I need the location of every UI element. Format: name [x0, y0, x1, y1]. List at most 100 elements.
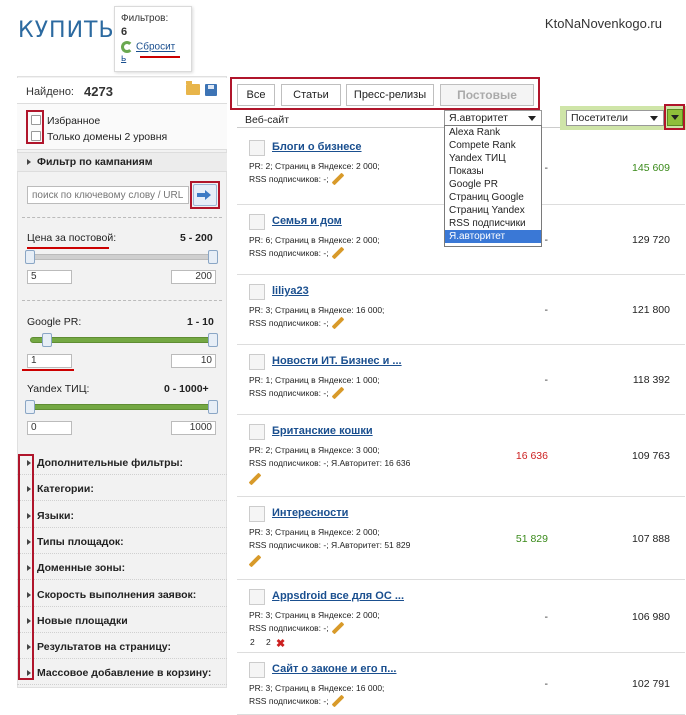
reset-filters-link[interactable]: Сбросит — [136, 42, 175, 53]
authority-value: - — [544, 304, 549, 316]
site-rss: RSS подписчиков: -; — [249, 174, 329, 184]
visitors-value: 145 609 — [632, 162, 670, 174]
site-title-link[interactable]: Сайт о законе и его п... — [272, 663, 396, 675]
site-title-link[interactable]: Блоги о бизнесе — [272, 141, 362, 153]
yandex-tic-slider-track[interactable] — [30, 404, 214, 410]
annotation-underline — [22, 369, 74, 371]
site-title-link[interactable]: Новости ИТ. Бизнес и ... — [272, 355, 402, 367]
annotation-underline — [27, 247, 109, 249]
site-rss: RSS подписчиков: -; — [249, 248, 329, 258]
google-pr-slider-track[interactable] — [30, 337, 214, 343]
annotation-box — [18, 454, 34, 680]
sidebar-section-label: Скорость выполнения заявок: — [37, 588, 197, 601]
refresh-icon — [121, 41, 133, 53]
dropdown-option[interactable]: Google PR — [445, 178, 541, 191]
dropdown-option[interactable]: Alexa Rank — [445, 126, 541, 139]
yandex-tic-min-input[interactable]: 0 — [27, 421, 72, 435]
price-slider-min-handle[interactable] — [25, 250, 35, 264]
clock-count: 2 — [250, 637, 255, 647]
cat-icon — [249, 424, 265, 440]
google-pr-max-input[interactable]: 10 — [171, 354, 216, 368]
filters-label: Фильтров: — [121, 13, 169, 24]
dropdown-option[interactable]: Compete Rank — [445, 139, 541, 152]
sidebar-section-label: Доменные зоны: — [37, 562, 126, 575]
price-min-input[interactable]: 5 — [27, 270, 72, 284]
android-icon — [249, 589, 265, 605]
sort-metric-value: Я.авторитет — [449, 112, 508, 124]
annotation-box — [230, 77, 540, 110]
sidebar-section-label: Дополнительные фильтры: — [37, 457, 184, 469]
sidebar-section-label: Категории: — [37, 483, 94, 496]
visitors-value: 121 800 — [632, 304, 670, 316]
keyword-search-input[interactable] — [27, 186, 189, 204]
site-title-link[interactable]: Интересности — [272, 507, 348, 519]
google-pr-min-input[interactable]: 1 — [27, 354, 72, 368]
folder-icon[interactable] — [186, 81, 200, 95]
price-max-input[interactable]: 200 — [171, 270, 216, 284]
site-title-link[interactable]: liliya23 — [272, 285, 309, 297]
save-icon[interactable] — [205, 84, 217, 96]
dropdown-option[interactable]: Yandex ТИЦ — [445, 152, 541, 165]
sort-metric-dropdown: Alexa Rank Compete Rank Yandex ТИЦ Показы Go… — [444, 125, 542, 247]
divider — [22, 300, 222, 301]
visitors-select-value: Посетители — [571, 112, 628, 124]
favorites-label: Избранное — [47, 115, 101, 127]
visitors-value: 107 888 — [632, 532, 670, 545]
dropdown-option[interactable]: Показы — [445, 165, 541, 178]
found-label: Найдено: — [26, 86, 74, 98]
sidebar-section-label: Новые площадки — [37, 614, 128, 627]
google-pr-label: Google PR: — [27, 316, 82, 328]
checkbox-panel — [17, 104, 227, 150]
second-level-domains-label: Только домены 2 уровня — [47, 131, 168, 143]
dropdown-option[interactable]: RSS подписчики — [445, 217, 541, 230]
yandex-tic-max-input[interactable]: 1000 — [171, 421, 216, 435]
site-title-link[interactable]: Британские кошки — [272, 425, 373, 437]
authority-value: - — [544, 374, 549, 386]
site-stats: PR: 3; Страниц в Яндексе: 2 000; — [249, 527, 380, 537]
site-rss: RSS подписчиков: -; Я.Авторитет: 16 636 — [249, 458, 411, 468]
site-stats: PR: 3; Страниц в Яндексе: 16 000; — [249, 305, 385, 315]
chevron-down-icon — [650, 116, 658, 121]
reset-filters-link-wrap[interactable]: ь — [121, 53, 126, 64]
sidebar-section-label: Массовое добавление в корзину: — [37, 667, 212, 680]
site-stats: PR: 6; Страниц в Яндексе: 2 000; — [249, 235, 380, 245]
page-title: КУПИТЬ — [18, 18, 115, 43]
site-title-link[interactable]: Семья и дом — [272, 215, 342, 227]
yandex-tic-range: 0 - 1000+ — [164, 383, 209, 395]
filters-popup: Фильтров: 6 Сбросит ь — [114, 6, 192, 72]
google-pr-slider-min-handle[interactable] — [42, 333, 52, 347]
yandex-tic-label: Yandex ТИЦ: — [27, 383, 90, 395]
site-rss: RSS подписчиков: -; — [249, 318, 329, 328]
site-rss: RSS подписчиков: -; — [249, 696, 329, 706]
site-column-header: Веб-сайт — [245, 114, 289, 126]
dropdown-option[interactable]: Страниц Yandex — [445, 204, 541, 217]
dropdown-option[interactable]: Я.авторитет — [445, 230, 541, 243]
price-range: 5 - 200 — [180, 232, 213, 244]
visitors-value: 118 392 — [632, 374, 670, 386]
annotation-box — [664, 104, 685, 130]
site-rss: RSS подписчиков: -; — [249, 623, 329, 633]
globe-icon — [249, 354, 265, 370]
price-slider-max-handle[interactable] — [208, 250, 218, 264]
dropdown-option[interactable]: Страниц Google — [445, 191, 541, 204]
google-pr-slider-max-handle[interactable] — [208, 333, 218, 347]
site-rss: RSS подписчиков: -; — [249, 388, 329, 398]
filters-count: 6 — [121, 26, 128, 38]
site-title-link[interactable]: Appsdroid все для ОС ... — [272, 590, 404, 602]
campaign-filter-label: Фильтр по кампаниям — [37, 156, 153, 168]
site-stats: PR: 1; Страниц в Яндексе: 1 000; — [249, 375, 380, 385]
site-logo: KtoNaNovenkogo.ru — [544, 16, 662, 31]
sidebar-section-label: Типы площадок: — [37, 535, 124, 548]
annotation-underline — [140, 56, 180, 58]
yandex-tic-slider-min-handle[interactable] — [25, 400, 35, 414]
close-icon: ✖ — [276, 638, 286, 650]
annotation-box — [26, 110, 44, 144]
sidebar-section-label: Языки: — [37, 509, 74, 522]
arrow-right-icon — [27, 159, 31, 165]
reject-count: 2 — [266, 637, 271, 647]
yandex-tic-slider-max-handle[interactable] — [208, 400, 218, 414]
sidebar-section-label: Результатов на страницу: — [37, 641, 171, 654]
divider — [22, 217, 222, 218]
authority-value: - — [544, 610, 549, 623]
price-slider-track[interactable] — [30, 254, 214, 260]
